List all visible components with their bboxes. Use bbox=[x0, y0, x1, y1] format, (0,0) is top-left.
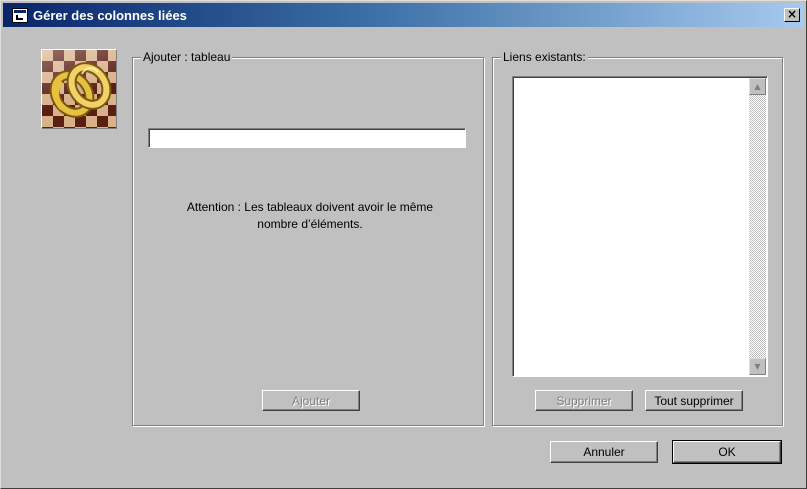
delete-button[interactable]: Supprimer bbox=[535, 390, 633, 411]
ok-button[interactable]: OK bbox=[672, 440, 782, 464]
dialog-window: Gérer des colonnes liées × Ajouter : tab… bbox=[0, 0, 807, 489]
add-array-group-label: Ajouter : tableau bbox=[141, 50, 233, 64]
existing-links-group-label: Liens existants: bbox=[501, 50, 588, 64]
delete-all-button[interactable]: Tout supprimer bbox=[645, 390, 743, 411]
close-button[interactable]: × bbox=[784, 8, 800, 22]
title-bar[interactable]: Gérer des colonnes liées × bbox=[3, 3, 804, 27]
window-title: Gérer des colonnes liées bbox=[33, 8, 187, 23]
warning-text: Attention : Les tableaux doivent avoir l… bbox=[151, 199, 469, 233]
app-icon bbox=[12, 8, 28, 23]
warning-line-1: Attention : Les tableaux doivent avoir l… bbox=[186, 200, 434, 214]
existing-links-list[interactable]: ▲ ▼ bbox=[512, 76, 768, 377]
cancel-button[interactable]: Annuler bbox=[550, 441, 658, 463]
scroll-down-icon[interactable]: ▼ bbox=[749, 358, 766, 375]
linked-rings-icon bbox=[41, 49, 117, 129]
links-scrollbar[interactable]: ▲ ▼ bbox=[749, 78, 766, 375]
warning-line-2: nombre d’éléments. bbox=[257, 217, 363, 231]
scroll-up-icon[interactable]: ▲ bbox=[749, 78, 766, 95]
add-array-group: Ajouter : tableau bbox=[132, 50, 484, 426]
array-name-input[interactable] bbox=[148, 128, 466, 148]
add-button[interactable]: Ajouter bbox=[262, 390, 360, 411]
